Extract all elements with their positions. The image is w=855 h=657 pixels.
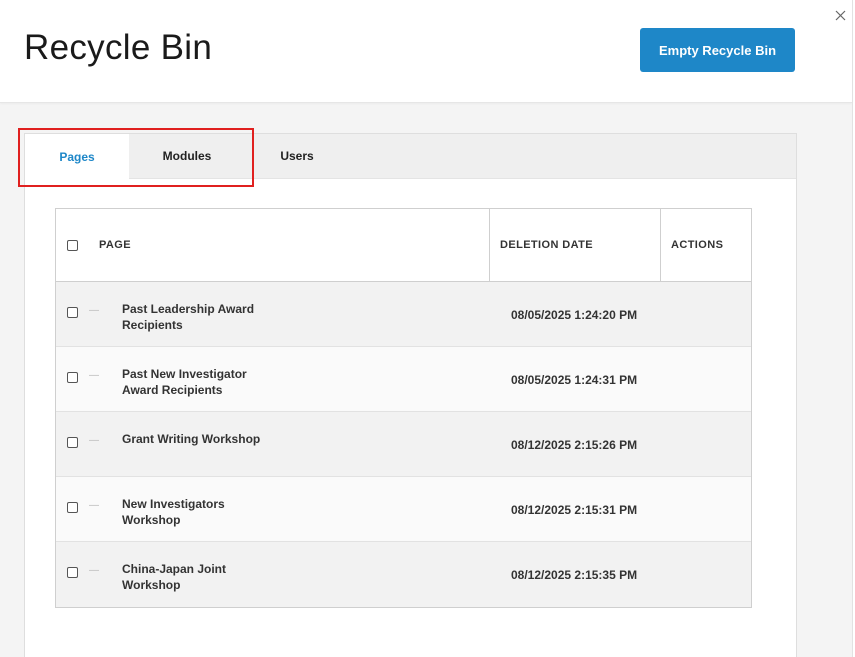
deletion-date: 08/05/2025 1:24:20 PM [511,308,638,322]
deletion-date: 08/12/2025 2:15:31 PM [511,503,638,517]
row-checkbox[interactable] [67,372,78,383]
tab-pages[interactable]: Pages [25,134,129,179]
row-checkbox[interactable] [67,502,78,513]
recycle-bin-dialog: Recycle Bin Empty Recycle Bin Pages Modu… [0,0,855,657]
table-row: — Grant Writing Workshop 08/12/2025 2:15… [56,412,751,477]
table-row: — Past New Investigator Award Recipients… [56,347,751,412]
close-icon[interactable] [831,6,849,24]
dash-icon: — [89,500,99,511]
deletion-date: 08/12/2025 2:15:35 PM [511,568,638,582]
dash-icon: — [89,565,99,576]
column-header-actions: ACTIONS [671,239,724,251]
scroll-gutter [852,0,853,657]
column-header-page[interactable]: PAGE [99,209,131,281]
table-row: — New Investigators Workshop 08/12/2025 … [56,477,751,542]
page-name: Past Leadership Award Recipients [122,302,255,332]
table-row: — China-Japan Joint Workshop 08/12/2025 … [56,542,751,607]
row-checkbox[interactable] [67,567,78,578]
tab-bar: Pages Modules Users [25,134,796,179]
page-name: Grant Writing Workshop [122,432,261,446]
column-divider [489,209,490,281]
page-name: Past New Investigator Award Recipients [122,367,247,397]
column-header-deletion-date[interactable]: DELETION DATE [500,209,593,281]
deleted-pages-table: PAGE DELETION DATE ACTIONS — Past Leader… [55,208,752,608]
dash-icon: — [89,305,99,316]
dash-icon: — [89,370,99,381]
empty-recycle-bin-button[interactable]: Empty Recycle Bin [640,28,795,72]
tab-modules[interactable]: Modules [129,134,245,178]
table-row: — Past Leadership Award Recipients 08/05… [56,282,751,347]
recycle-bin-panel: Pages Modules Users PAGE DELETION DATE A… [24,133,797,657]
select-all-cell [67,209,78,281]
row-checkbox[interactable] [67,307,78,318]
page-name: China-Japan Joint Workshop [122,562,227,592]
dialog-header: Recycle Bin Empty Recycle Bin [0,0,852,103]
page-name: New Investigators Workshop [122,497,225,527]
select-all-checkbox[interactable] [67,239,78,251]
tab-users[interactable]: Users [245,134,349,178]
deletion-date: 08/05/2025 1:24:31 PM [511,373,638,387]
page-title: Recycle Bin [24,28,213,67]
row-checkbox[interactable] [67,437,78,448]
table-header: PAGE DELETION DATE ACTIONS [56,209,751,282]
column-divider [660,209,661,281]
dash-icon: — [89,435,99,446]
deletion-date: 08/12/2025 2:15:26 PM [511,438,638,452]
